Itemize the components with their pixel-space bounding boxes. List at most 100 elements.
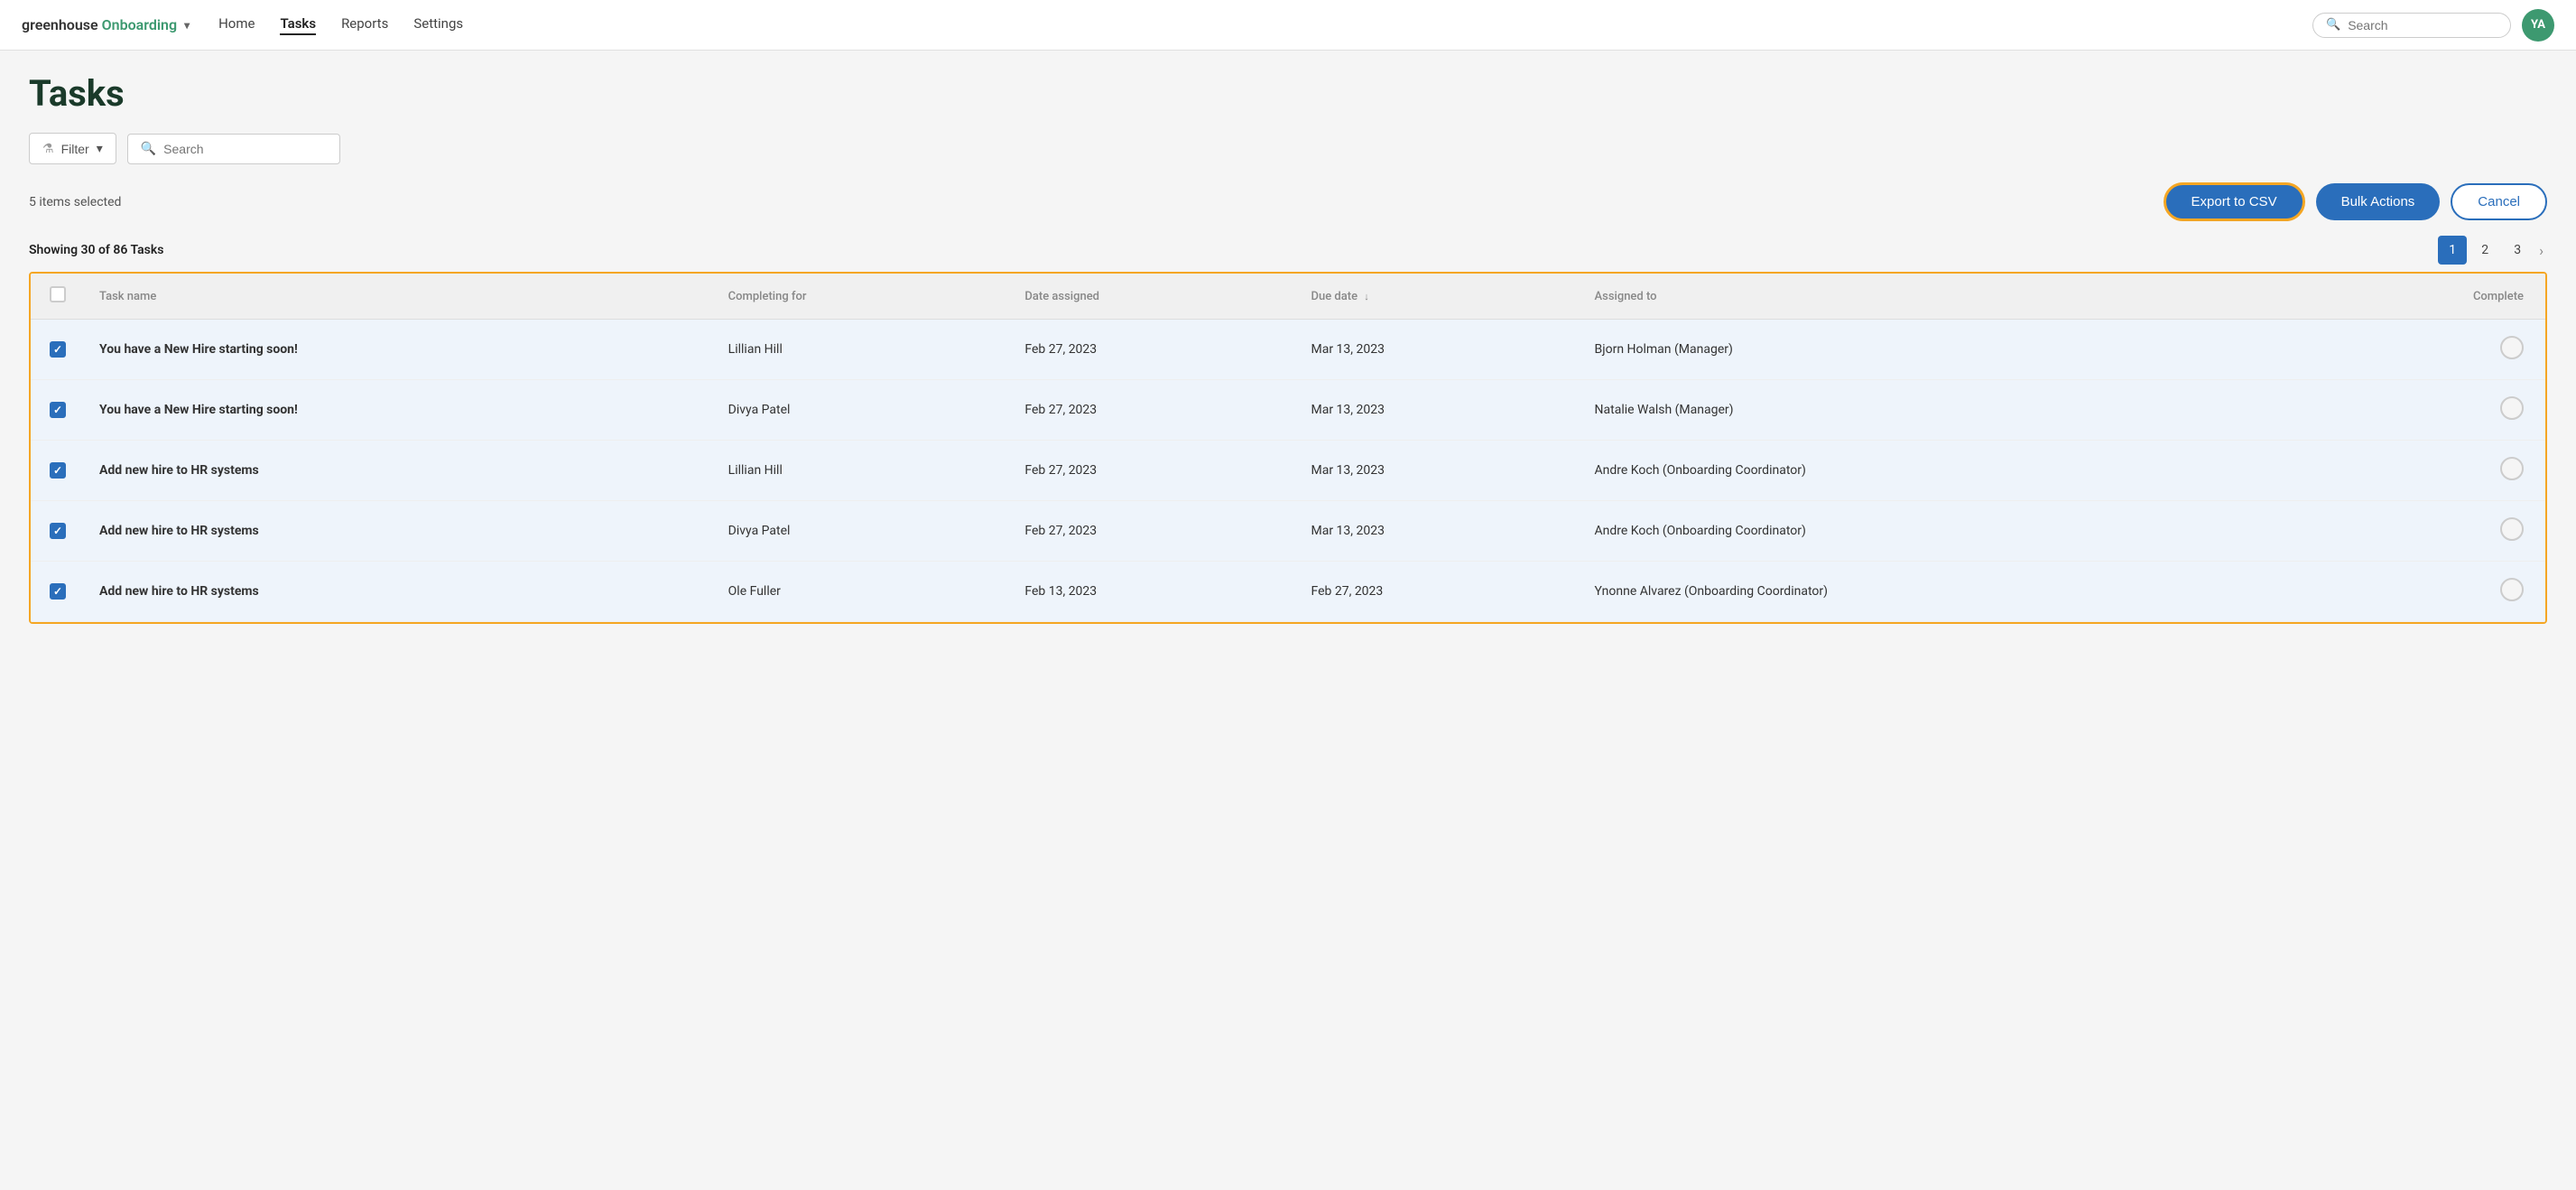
row-assigned-to: Andre Koch (Onboarding Coordinator): [1580, 441, 2306, 501]
showing-bar: Showing 30 of 86 Tasks 1 2 3 ›: [29, 236, 2547, 265]
nav-link-tasks[interactable]: Tasks: [280, 15, 316, 35]
row-due-date: Mar 13, 2023: [1297, 501, 1580, 562]
logo-chevron-icon: ▾: [184, 19, 190, 32]
row-assigned-to: Andre Koch (Onboarding Coordinator): [1580, 501, 2306, 562]
table-row: You have a New Hire starting soon! Divya…: [31, 380, 2545, 441]
page-3-button[interactable]: 3: [2503, 236, 2532, 265]
user-avatar[interactable]: YA: [2522, 9, 2554, 42]
row-checkbox[interactable]: [50, 523, 66, 539]
global-search-input[interactable]: [2348, 18, 2497, 33]
tasks-table-wrapper: Task name Completing for Date assigned D…: [29, 272, 2547, 624]
row-task-name: Add new hire to HR systems: [85, 562, 714, 622]
page-1-button[interactable]: 1: [2438, 236, 2467, 265]
row-date-assigned: Feb 13, 2023: [1010, 562, 1296, 622]
row-due-date: Mar 13, 2023: [1297, 320, 1580, 380]
row-date-assigned: Feb 27, 2023: [1010, 320, 1296, 380]
table-row: Add new hire to HR systems Ole Fuller Fe…: [31, 562, 2545, 622]
complete-button[interactable]: [2500, 336, 2524, 359]
page-content: Tasks ⚗ Filter ▾ 🔍 5 items selected Expo…: [0, 51, 2576, 646]
row-completing-for: Ole Fuller: [714, 562, 1011, 622]
row-completing-for: Lillian Hill: [714, 320, 1011, 380]
filter-chevron-icon: ▾: [97, 141, 103, 156]
pagination-next-icon[interactable]: ›: [2535, 242, 2547, 259]
table-body: You have a New Hire starting soon! Lilli…: [31, 320, 2545, 622]
header-date-assigned: Date assigned: [1010, 274, 1296, 320]
row-due-date: Mar 13, 2023: [1297, 441, 1580, 501]
row-date-assigned: Feb 27, 2023: [1010, 441, 1296, 501]
row-task-name: Add new hire to HR systems: [85, 441, 714, 501]
row-completing-for: Lillian Hill: [714, 441, 1011, 501]
row-date-assigned: Feb 27, 2023: [1010, 380, 1296, 441]
header-assigned-to: Assigned to: [1580, 274, 2306, 320]
filter-icon: ⚗: [42, 141, 54, 156]
row-checkbox[interactable]: [50, 341, 66, 358]
status-bar: 5 items selected Export to CSV Bulk Acti…: [29, 182, 2547, 221]
complete-button[interactable]: [2500, 396, 2524, 420]
header-complete: Complete: [2305, 274, 2545, 320]
select-all-checkbox[interactable]: [50, 286, 66, 302]
row-complete-cell: [2305, 320, 2545, 380]
table-header: Task name Completing for Date assigned D…: [31, 274, 2545, 320]
complete-button[interactable]: [2500, 578, 2524, 601]
row-complete-cell: [2305, 380, 2545, 441]
row-due-date: Mar 13, 2023: [1297, 380, 1580, 441]
complete-button[interactable]: [2500, 517, 2524, 541]
row-assigned-to: Ynonne Alvarez (Onboarding Coordinator): [1580, 562, 2306, 622]
row-complete-cell: [2305, 501, 2545, 562]
row-task-name: Add new hire to HR systems: [85, 501, 714, 562]
sort-icon: ↓: [1364, 291, 1369, 302]
row-checkbox-cell: [31, 320, 85, 380]
table-search-icon: 🔍: [141, 142, 156, 156]
row-complete-cell: [2305, 562, 2545, 622]
row-checkbox[interactable]: [50, 583, 66, 600]
nav-link-home[interactable]: Home: [218, 15, 255, 35]
row-checkbox-cell: [31, 501, 85, 562]
table-row: Add new hire to HR systems Lillian Hill …: [31, 441, 2545, 501]
row-task-name: You have a New Hire starting soon!: [85, 320, 714, 380]
header-due-date[interactable]: Due date ↓: [1297, 274, 1580, 320]
cancel-button[interactable]: Cancel: [2451, 183, 2547, 220]
row-completing-for: Divya Patel: [714, 501, 1011, 562]
row-due-date: Feb 27, 2023: [1297, 562, 1580, 622]
filter-button[interactable]: ⚗ Filter ▾: [29, 133, 116, 164]
row-checkbox-cell: [31, 380, 85, 441]
nav-right: 🔍 YA: [2312, 9, 2554, 42]
row-checkbox[interactable]: [50, 402, 66, 418]
row-checkbox-cell: [31, 562, 85, 622]
top-navigation: greenhouse Onboarding ▾ Home Tasks Repor…: [0, 0, 2576, 51]
row-checkbox[interactable]: [50, 462, 66, 479]
items-selected-label: 5 items selected: [29, 195, 121, 209]
bulk-actions-button[interactable]: Bulk Actions: [2316, 183, 2441, 220]
nav-links: Home Tasks Reports Settings: [218, 15, 2284, 35]
table-row: You have a New Hire starting soon! Lilli…: [31, 320, 2545, 380]
nav-link-settings[interactable]: Settings: [413, 15, 463, 35]
complete-button[interactable]: [2500, 457, 2524, 480]
row-checkbox-cell: [31, 441, 85, 501]
header-completing-for: Completing for: [714, 274, 1011, 320]
header-checkbox-col: [31, 274, 85, 320]
row-assigned-to: Bjorn Holman (Manager): [1580, 320, 2306, 380]
logo[interactable]: greenhouse Onboarding ▾: [22, 16, 190, 33]
row-complete-cell: [2305, 441, 2545, 501]
action-buttons: Export to CSV Bulk Actions Cancel: [2164, 182, 2547, 221]
showing-text: Showing 30 of 86 Tasks: [29, 243, 163, 257]
row-completing-for: Divya Patel: [714, 380, 1011, 441]
nav-link-reports[interactable]: Reports: [341, 15, 388, 35]
row-assigned-to: Natalie Walsh (Manager): [1580, 380, 2306, 441]
table-search-box[interactable]: 🔍: [127, 134, 340, 164]
search-icon: 🔍: [2326, 18, 2340, 32]
logo-green: Onboarding: [102, 16, 177, 33]
filter-label: Filter: [61, 142, 89, 156]
pagination: 1 2 3 ›: [2438, 236, 2547, 265]
table-search-input[interactable]: [163, 142, 327, 156]
global-search-box[interactable]: 🔍: [2312, 13, 2511, 38]
toolbar: ⚗ Filter ▾ 🔍: [29, 133, 2547, 164]
page-2-button[interactable]: 2: [2470, 236, 2499, 265]
page-title: Tasks: [29, 72, 2547, 115]
export-csv-button[interactable]: Export to CSV: [2164, 182, 2305, 221]
header-task-name: Task name: [85, 274, 714, 320]
logo-text: greenhouse: [22, 16, 98, 33]
row-task-name: You have a New Hire starting soon!: [85, 380, 714, 441]
table-row: Add new hire to HR systems Divya Patel F…: [31, 501, 2545, 562]
tasks-table: Task name Completing for Date assigned D…: [31, 274, 2545, 622]
